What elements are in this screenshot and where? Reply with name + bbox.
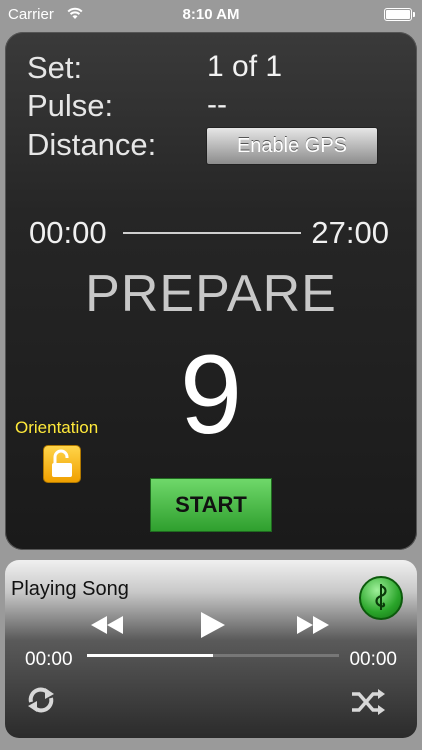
music-library-button[interactable] — [359, 576, 403, 620]
battery-icon — [384, 8, 415, 21]
orientation-lock-button[interactable] — [43, 445, 81, 483]
clock: 8:10 AM — [182, 6, 240, 23]
start-button[interactable]: START — [150, 478, 272, 532]
phase-label: PREPARE — [85, 265, 337, 323]
time-progress-line — [123, 232, 301, 234]
rewind-icon — [91, 616, 123, 634]
music-note-icon — [375, 584, 387, 610]
play-button[interactable] — [198, 610, 226, 645]
player-remaining-time: 00:00 — [349, 649, 397, 670]
music-player: Playing Song 00:00 00:00 — [5, 560, 417, 738]
pulse-label: Pulse: — [27, 88, 114, 123]
play-icon — [201, 612, 225, 638]
elapsed-time: 00:00 — [29, 215, 107, 250]
workout-panel: Set: 1 of 1 Pulse: -- Distance: Enable G… — [5, 32, 417, 550]
player-progress-bar[interactable] — [87, 654, 339, 657]
set-label: Set: — [27, 50, 83, 85]
status-bar: Carrier 8:10 AM — [0, 0, 422, 30]
fast-forward-icon — [297, 616, 329, 634]
set-value: 1 of 1 — [207, 50, 283, 83]
enable-gps-button[interactable]: Enable GPS — [206, 127, 378, 165]
orientation-label: Orientation — [15, 418, 99, 437]
countdown-number: 9 — [179, 332, 243, 457]
pulse-value: -- — [207, 88, 227, 121]
lock-open-icon — [52, 449, 72, 477]
shuffle-button[interactable] — [349, 686, 387, 723]
repeat-icon — [28, 687, 54, 713]
fast-forward-button[interactable] — [293, 614, 333, 641]
song-title: Playing Song — [11, 578, 129, 600]
rewind-button[interactable] — [87, 614, 127, 641]
player-elapsed-time: 00:00 — [25, 649, 73, 670]
repeat-button[interactable] — [23, 682, 59, 723]
player-progress-fill — [87, 654, 213, 657]
shuffle-icon — [352, 689, 385, 715]
distance-label: Distance: — [27, 127, 157, 162]
total-time: 27:00 — [311, 215, 389, 250]
